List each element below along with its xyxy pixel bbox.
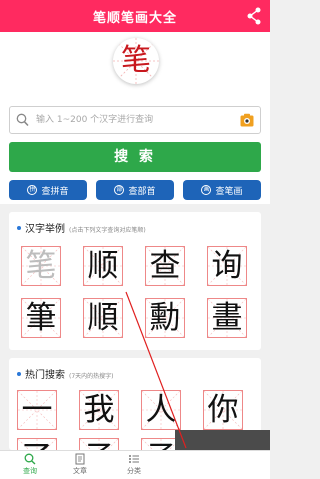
hot-char: 人 (145, 392, 177, 428)
radical-label: 查部首 (128, 186, 156, 197)
example-char-tile[interactable]: 勳 (145, 298, 185, 338)
search-button[interactable]: 搜 索 (9, 142, 261, 172)
hot-char: 你 (207, 392, 239, 428)
bullet-dot-icon (17, 225, 21, 230)
hot-char-tile[interactable]: 子 (79, 438, 119, 450)
app-title: 笔顺笔画大全 (92, 10, 177, 26)
example-char: 询 (211, 248, 243, 284)
example-char: 勳 (149, 300, 181, 336)
example-char-tile[interactable]: 順 (83, 298, 123, 338)
stroke-search-button[interactable]: 画 查笔画 (183, 180, 261, 200)
hot-title: 热门搜索 (25, 370, 65, 381)
hot-char-tile[interactable]: 一 (17, 390, 57, 430)
example-char: 畫 (211, 300, 243, 336)
example-char-tile[interactable]: 查 (145, 246, 185, 286)
search-input[interactable] (36, 111, 226, 129)
bottom-nav: 查询 文章 分类 (0, 450, 270, 479)
examples-title: 汉字举例 (25, 224, 65, 235)
stroke-label: 查笔画 (215, 186, 243, 197)
logo-area: 笔 (0, 32, 270, 100)
radical-icon: 部 (114, 185, 125, 195)
hot-hint: (7天内的热搜字) (69, 373, 114, 380)
article-icon (75, 453, 85, 465)
stroke-icon: 画 (201, 185, 212, 195)
search-box[interactable] (9, 106, 261, 134)
logo-char: 笔 (121, 43, 151, 78)
pinyin-search-button[interactable]: 拼 查拼音 (9, 180, 87, 200)
examples-card: 汉字举例 (点击下列文字查询对应笔顺) 笔 顺 查 询 筆 順 勳 畫 (9, 212, 261, 350)
header-bar: 笔顺笔画大全 (0, 0, 270, 32)
example-char: 顺 (87, 248, 119, 284)
hot-char-tile[interactable]: 人 (141, 390, 181, 430)
hot-char: 一 (21, 392, 53, 428)
bullet-dot-icon (17, 371, 21, 376)
share-icon[interactable] (246, 7, 262, 25)
radical-search-button[interactable]: 部 查部首 (96, 180, 174, 200)
hot-char: 了 (18, 439, 56, 450)
hot-char-tile[interactable]: 我 (79, 390, 119, 430)
hot-char-tile[interactable]: 了 (17, 438, 57, 450)
hot-header: 热门搜索 (7天内的热搜字) (17, 366, 114, 381)
hot-char-tile[interactable]: 你 (203, 390, 243, 430)
nav-articles-label: 文章 (73, 467, 87, 475)
example-char-tile[interactable]: 询 (207, 246, 247, 286)
category-list-icon (129, 455, 139, 463)
camera-icon[interactable] (240, 113, 254, 127)
pinyin-label: 查拼音 (41, 186, 69, 197)
pinyin-icon: 拼 (27, 185, 38, 195)
examples-header: 汉字举例 (点击下列文字查询对应笔顺) (17, 220, 146, 235)
search-icon (16, 113, 29, 127)
examples-hint: (点击下列文字查询对应笔顺) (69, 227, 146, 234)
example-char: 順 (87, 300, 119, 336)
example-char: 笔 (25, 248, 57, 284)
hot-char: 子 (80, 439, 118, 450)
example-char: 查 (149, 248, 181, 284)
example-char-tile[interactable]: 顺 (83, 246, 123, 286)
nav-categories[interactable]: 分类 (104, 453, 164, 476)
example-char: 筆 (25, 300, 57, 336)
nav-articles[interactable]: 文章 (50, 453, 110, 476)
query-icon (24, 453, 36, 465)
hot-char: 我 (83, 392, 115, 428)
example-char-tile[interactable]: 笔 (21, 246, 61, 286)
example-char-tile[interactable]: 畫 (207, 298, 247, 338)
nav-categories-label: 分类 (127, 467, 141, 475)
search-section: 搜 索 拼 查拼音 部 查部首 画 查笔画 (0, 100, 270, 204)
nav-query-label: 查询 (23, 467, 37, 475)
app-logo: 笔 (113, 38, 159, 84)
example-char-tile[interactable]: 筆 (21, 298, 61, 338)
